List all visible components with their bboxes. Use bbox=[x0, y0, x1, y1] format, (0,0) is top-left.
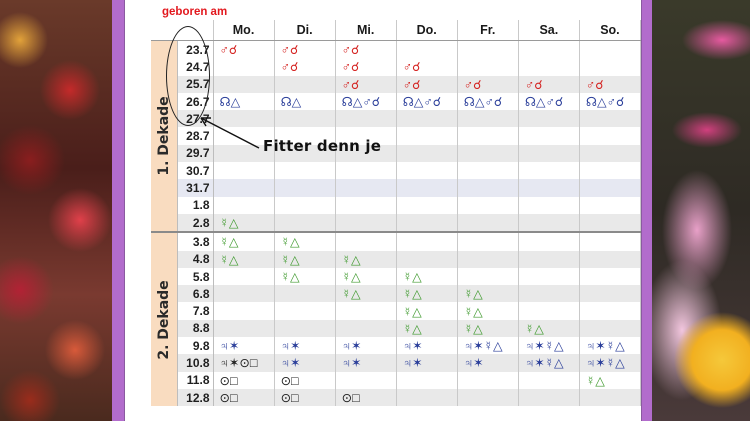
flower-photo-right bbox=[652, 0, 750, 421]
page-frame: geboren am Mo. Di. Mi. Do. Fr. Sa. So. 1. Deka… bbox=[112, 0, 652, 421]
calendar-sheet: geboren am Mo. Di. Mi. Do. Fr. Sa. So. 1. Deka… bbox=[124, 0, 642, 421]
annotation-arrow-icon bbox=[200, 117, 260, 149]
handwritten-annotation: Fitter denn je bbox=[263, 137, 382, 155]
flower-photo-left bbox=[0, 0, 112, 421]
